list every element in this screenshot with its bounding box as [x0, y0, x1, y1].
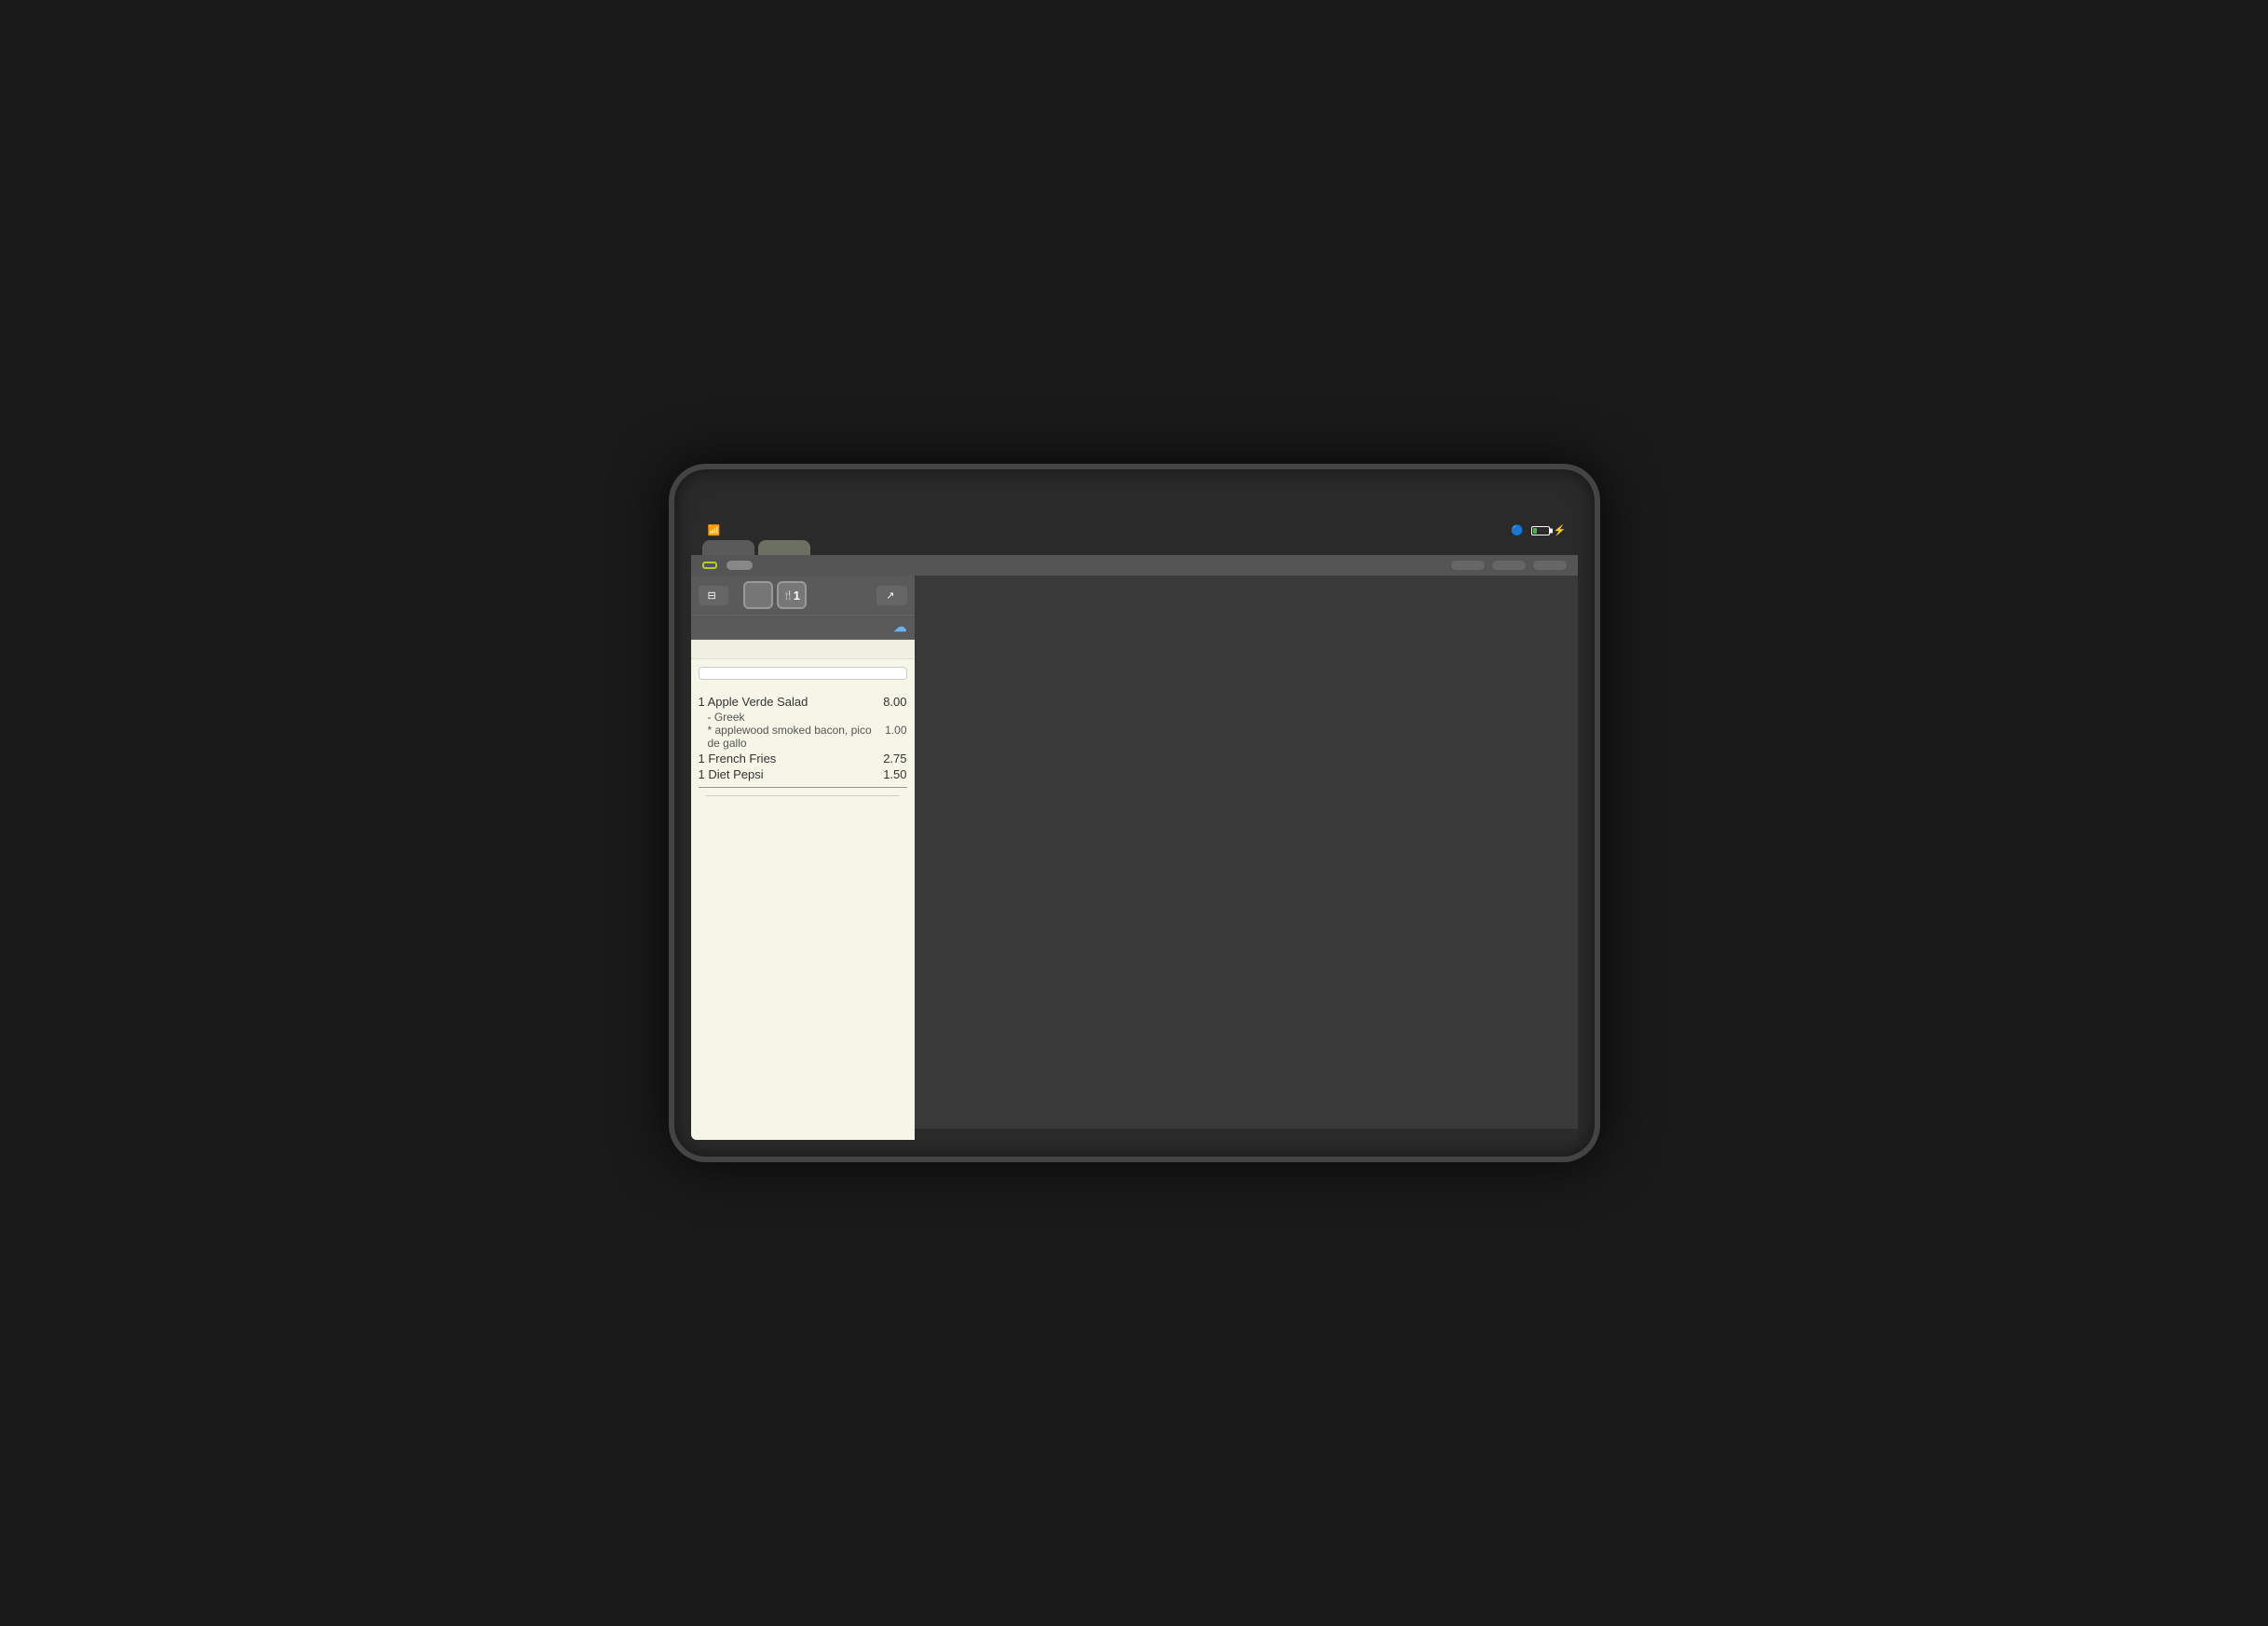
modifier-text: * applewood smoked bacon, pico de gallo	[699, 724, 886, 750]
main-content: ⊟ 🍴1 ↗	[691, 576, 1578, 1140]
bluetooth-icon: 🔵	[1511, 524, 1524, 536]
wifi-icon: 📶	[708, 524, 721, 536]
send-button[interactable]: ↗	[876, 586, 906, 605]
cloud-icon: ☁	[894, 619, 907, 635]
menu-grid	[915, 579, 1578, 1110]
customer-field[interactable]	[699, 667, 907, 680]
tab-pos[interactable]	[702, 540, 754, 555]
open-orders-button[interactable]	[1451, 561, 1485, 570]
order-panel-header: ⊟ 🍴1 ↗	[691, 576, 915, 616]
status-right: 🔵 ⚡	[1511, 524, 1566, 536]
exit-server-button[interactable]	[727, 561, 753, 570]
order-panel: ⊟ 🍴1 ↗	[691, 576, 915, 1140]
order-item-modifier-greek: - Greek	[699, 711, 907, 724]
top-tabs	[691, 540, 1578, 555]
order-item-diet-pepsi[interactable]: 1 Diet Pepsi 1.50	[699, 767, 907, 781]
totals-divider	[699, 787, 907, 788]
order-item-french-fries[interactable]: 1 French Fries 2.75	[699, 752, 907, 766]
item-name: 1 French Fries	[699, 752, 777, 766]
toolbar-right-buttons	[1451, 561, 1567, 570]
order-num-1[interactable]	[743, 581, 773, 609]
toolbar	[691, 555, 1578, 576]
cafe-label: ☁	[890, 619, 907, 635]
battery-icon	[1531, 526, 1550, 535]
charging-icon: ⚡	[1554, 524, 1567, 536]
split-icon: ⊟	[708, 589, 716, 602]
item-price: 8.00	[875, 695, 907, 709]
item-price: 1.50	[875, 767, 907, 781]
status-left: 📶	[702, 524, 721, 536]
carry-out-header	[691, 640, 915, 659]
battery-fill	[1533, 528, 1538, 534]
modifier-price: 1.00	[885, 724, 906, 737]
order-num-2[interactable]: 🍴1	[777, 581, 807, 609]
item-name: 1 Diet Pepsi	[699, 767, 764, 781]
menu-panel	[915, 576, 1578, 1140]
order-number-buttons: 🍴1	[743, 581, 807, 609]
split-button[interactable]: ⊟	[699, 586, 728, 605]
ipad-screen: 📶 🔵 ⚡	[691, 521, 1578, 1140]
item-name: 1 Apple Verde Salad	[699, 695, 808, 709]
closed-orders-button[interactable]	[1492, 561, 1526, 570]
order-items: 1 Apple Verde Salad 8.00 - Greek * apple…	[691, 687, 915, 824]
total-bar	[915, 1110, 1578, 1129]
ipad-frame: 📶 🔵 ⚡	[669, 464, 1600, 1162]
lavu-logo	[702, 562, 717, 569]
order-item-apple-verde[interactable]: 1 Apple Verde Salad 8.00	[699, 695, 907, 709]
status-bar: 📶 🔵 ⚡	[691, 521, 1578, 540]
item-price: 2.75	[875, 752, 907, 766]
order-details: 1 Apple Verde Salad 8.00 - Greek * apple…	[691, 640, 915, 1140]
send-icon: ↗	[886, 589, 894, 602]
order-item-modifier-bacon: * applewood smoked bacon, pico de gallo …	[699, 724, 907, 750]
save-button[interactable]	[1533, 561, 1567, 570]
order-totals	[706, 795, 900, 809]
bottom-categories	[915, 1129, 1578, 1140]
tab-deliver[interactable]	[758, 540, 810, 555]
